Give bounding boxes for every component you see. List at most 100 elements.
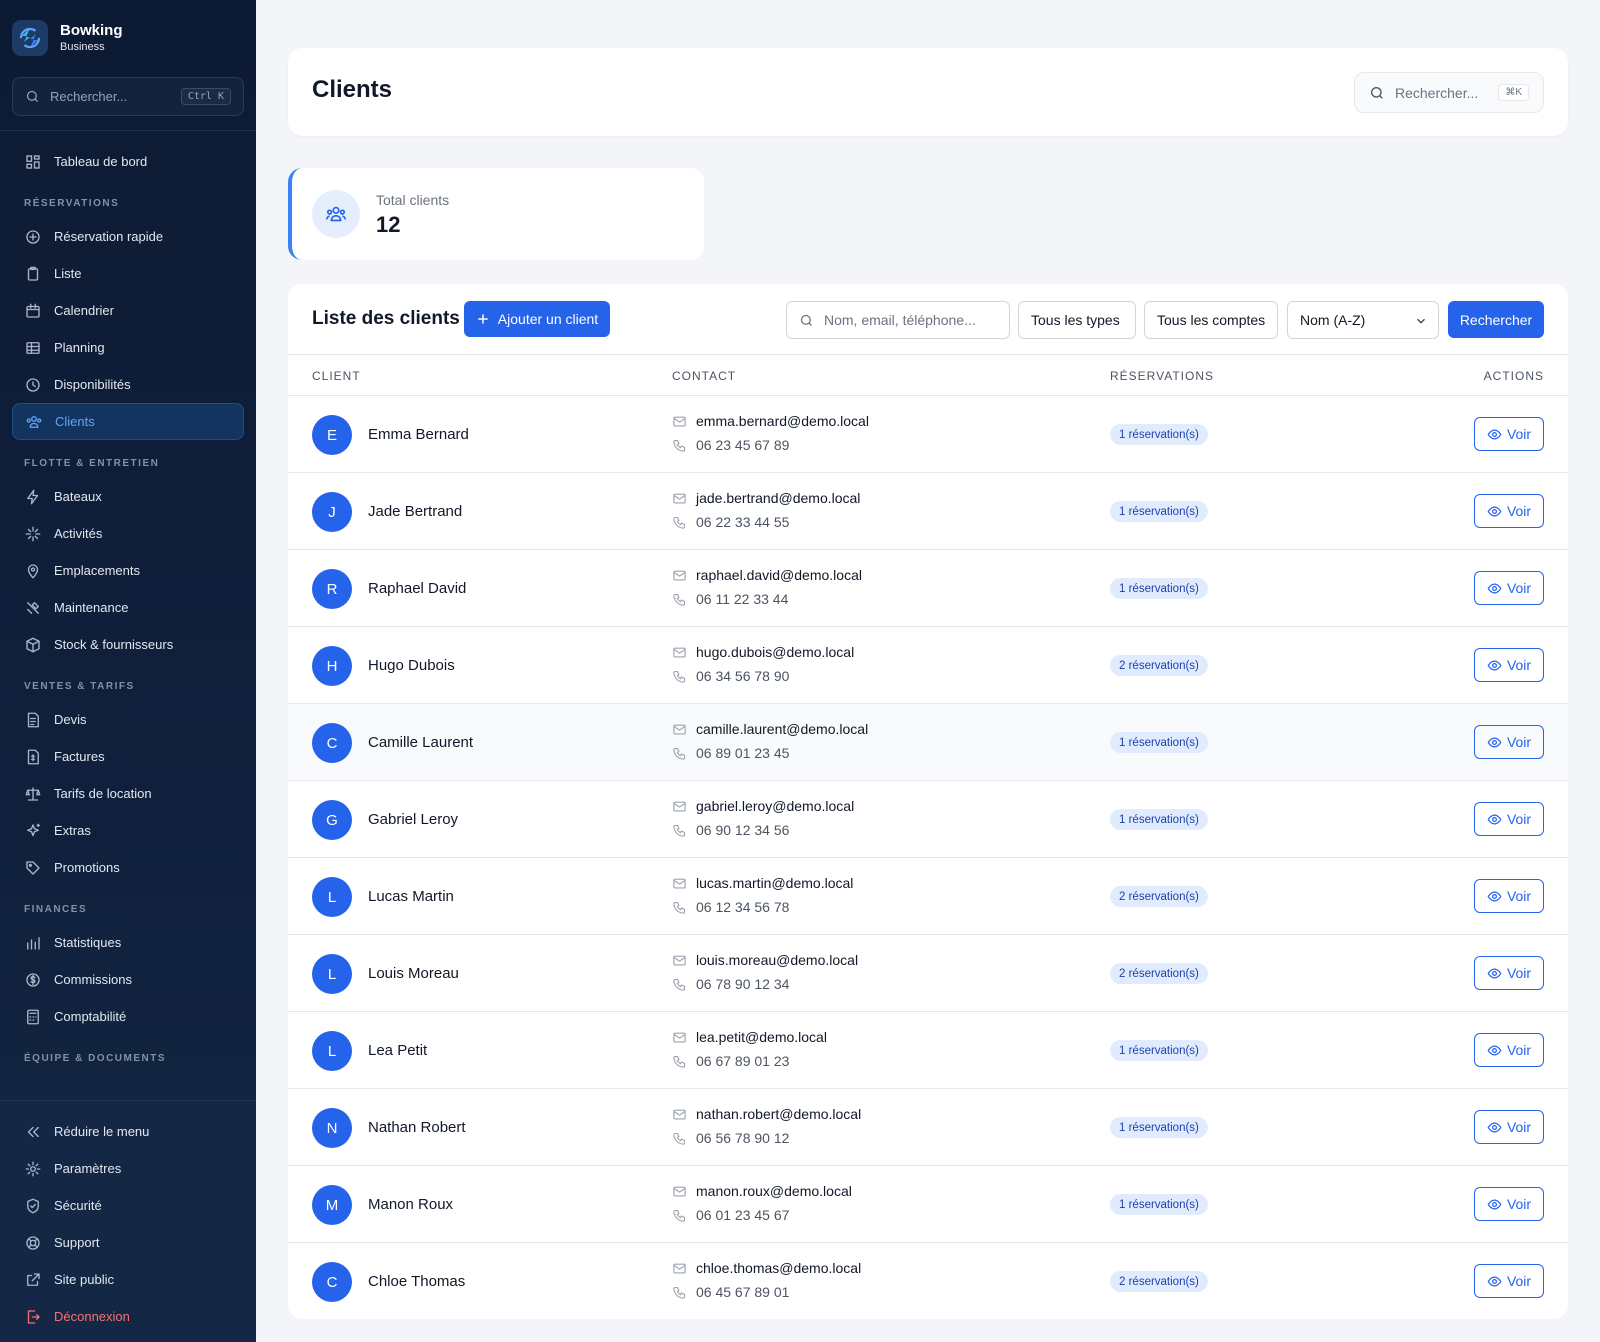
view-client-button[interactable]: Voir	[1474, 494, 1544, 528]
sidebar-item-reduire-le-menu[interactable]: Réduire le menu	[12, 1113, 244, 1150]
list-toolbar: Liste des clients Ajouter un client Nom,…	[288, 284, 1568, 355]
sparkle-icon	[25, 526, 41, 541]
reservations-badge: 2 réservation(s)	[1110, 655, 1208, 676]
sidebar-item-calendrier[interactable]: Calendrier	[12, 292, 244, 329]
view-client-button[interactable]: Voir	[1474, 417, 1544, 451]
users-icon	[312, 190, 360, 238]
phone-text: 06 11 22 33 44	[696, 591, 789, 607]
reservations-badge: 2 réservation(s)	[1110, 1271, 1208, 1292]
sidebar-item-planning[interactable]: Planning	[12, 329, 244, 366]
add-client-button[interactable]: Ajouter un client	[464, 301, 610, 337]
table-row: G Gabriel Leroy gabriel.leroy@demo.local 06…	[288, 781, 1568, 858]
sidebar-item-label: Réduire le menu	[54, 1124, 150, 1139]
view-label: Voir	[1506, 426, 1532, 442]
eye-icon	[1487, 813, 1502, 825]
sidebar-item-factures[interactable]: Factures	[12, 738, 244, 775]
sidebar-item-disponibilites[interactable]: Disponibilités	[12, 366, 244, 403]
sidebar-item-activites[interactable]: Activités	[12, 515, 244, 552]
column-header-reservations: RÉSERVATIONS	[1110, 369, 1215, 383]
avatar: N	[312, 1108, 352, 1148]
view-client-button[interactable]: Voir	[1474, 571, 1544, 605]
eye-icon	[1487, 428, 1502, 440]
sidebar-item-extras[interactable]: Extras	[12, 812, 244, 849]
sidebar-item-maintenance[interactable]: Maintenance	[12, 589, 244, 626]
sidebar: Bowking Business Rechercher... Ctrl K Ta…	[0, 0, 256, 1342]
client-email: emma.bernard@demo.local	[672, 413, 869, 429]
header-search[interactable]: Rechercher... ⌘K	[1354, 72, 1544, 113]
sidebar-footer: Réduire le menu Paramètres Sécurité Support…	[0, 1100, 256, 1342]
avatar: C	[312, 1262, 352, 1302]
sidebar-item-parametres[interactable]: Paramètres	[12, 1150, 244, 1187]
sidebar-item-liste[interactable]: Liste	[12, 255, 244, 292]
view-client-button[interactable]: Voir	[1474, 956, 1544, 990]
view-label: Voir	[1506, 580, 1532, 596]
users-icon	[26, 415, 42, 428]
eye-icon	[1487, 505, 1502, 517]
client-phone: 06 67 89 01 23	[672, 1053, 789, 1069]
client-phone: 06 56 78 90 12	[672, 1130, 789, 1146]
sidebar-item-label: Déconnexion	[54, 1309, 130, 1324]
sidebar-item-comptabilite[interactable]: Comptabilité	[12, 998, 244, 1035]
sidebar-item-dashboard[interactable]: Tableau de bord	[12, 143, 244, 180]
sidebar-item-label: Support	[54, 1235, 100, 1250]
view-client-button[interactable]: Voir	[1474, 1264, 1544, 1298]
view-client-button[interactable]: Voir	[1474, 1033, 1544, 1067]
mail-icon	[673, 955, 686, 965]
view-client-button[interactable]: Voir	[1474, 648, 1544, 682]
chevron-down-icon	[1417, 318, 1425, 324]
sidebar-item-emplacements[interactable]: Emplacements	[12, 552, 244, 589]
sidebar-item-support[interactable]: Support	[12, 1224, 244, 1261]
sidebar-search[interactable]: Rechercher... Ctrl K	[12, 77, 244, 116]
view-label: Voir	[1506, 734, 1532, 750]
sidebar-item-reservation-rapide[interactable]: Réservation rapide	[12, 218, 244, 255]
eye-icon	[1487, 1198, 1502, 1210]
mail-icon	[673, 647, 686, 657]
sidebar-item-securite[interactable]: Sécurité	[12, 1187, 244, 1224]
sidebar-item-label: Calendrier	[54, 303, 114, 318]
sidebar-item-label: Tarifs de location	[54, 786, 152, 801]
avatar: H	[312, 646, 352, 686]
view-label: Voir	[1506, 1196, 1532, 1212]
clock-icon	[26, 377, 40, 392]
view-client-button[interactable]: Voir	[1474, 725, 1544, 759]
view-client-button[interactable]: Voir	[1474, 1187, 1544, 1221]
email-text: raphael.david@demo.local	[696, 567, 862, 583]
email-text: louis.moreau@demo.local	[696, 952, 859, 968]
sidebar-item-deconnexion[interactable]: Déconnexion	[12, 1298, 244, 1335]
chevrons-left-icon	[27, 1126, 39, 1137]
sort-select[interactable]: Nom (A-Z)	[1287, 301, 1439, 339]
eye-icon	[1487, 582, 1502, 594]
search-icon	[26, 90, 38, 102]
stat-value: 12	[376, 212, 401, 237]
sidebar-item-stock-fournisseurs[interactable]: Stock & fournisseurs	[12, 626, 244, 663]
phone-text: 06 23 45 67 89	[696, 437, 790, 453]
client-search-input[interactable]: Nom, email, téléphone...	[786, 301, 1010, 339]
type-filter-select[interactable]: Tous les types	[1018, 301, 1136, 339]
clients-table-body: E Emma Bernard emma.bernard@demo.local 06 2…	[288, 396, 1568, 1319]
sidebar-item-label: Extras	[54, 823, 91, 838]
phone-icon	[673, 824, 686, 837]
email-text: nathan.robert@demo.local	[696, 1106, 862, 1122]
sidebar-item-clients[interactable]: Clients	[12, 403, 244, 440]
sidebar-item-devis[interactable]: Devis	[12, 701, 244, 738]
sort-value: Nom (A-Z)	[1300, 312, 1366, 328]
view-client-button[interactable]: Voir	[1474, 802, 1544, 836]
sidebar-item-promotions[interactable]: Promotions	[12, 849, 244, 886]
view-client-button[interactable]: Voir	[1474, 879, 1544, 913]
sidebar-item-statistiques[interactable]: Statistiques	[12, 924, 244, 961]
shield-icon	[27, 1198, 39, 1213]
email-text: gabriel.leroy@demo.local	[696, 798, 855, 814]
view-client-button[interactable]: Voir	[1474, 1110, 1544, 1144]
sidebar-item-bateaux[interactable]: Bateaux	[12, 478, 244, 515]
sidebar-item-commissions[interactable]: Commissions	[12, 961, 244, 998]
mail-icon	[673, 724, 686, 734]
account-filter-select[interactable]: Tous les comptes	[1144, 301, 1278, 339]
sidebar-item-site-public[interactable]: Site public	[12, 1261, 244, 1298]
sidebar-item-tarifs-de-location[interactable]: Tarifs de location	[12, 775, 244, 812]
bolt-icon	[27, 489, 39, 504]
calendar-icon	[26, 303, 40, 318]
invoice-icon	[27, 749, 39, 764]
sidebar-item-label: Tableau de bord	[54, 154, 148, 169]
search-button[interactable]: Rechercher	[1448, 301, 1544, 338]
brand[interactable]: Bowking Business	[0, 0, 256, 76]
